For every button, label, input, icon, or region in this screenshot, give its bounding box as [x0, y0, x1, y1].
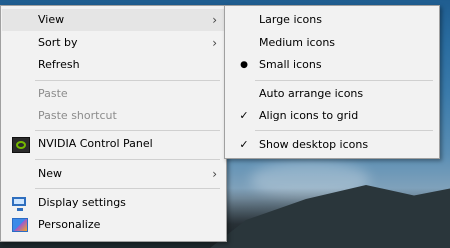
- menu-item-label: Sort by: [38, 36, 78, 49]
- menu-item-personalize[interactable]: Personalize: [2, 214, 225, 236]
- submenu-item-large-icons[interactable]: Large icons: [226, 9, 438, 31]
- check-icon: ✓: [239, 109, 249, 122]
- view-submenu: Large icons Medium icons ● Small icons A…: [224, 5, 440, 159]
- submenu-item-align-icons-to-grid[interactable]: ✓ Align icons to grid: [226, 105, 438, 127]
- chevron-right-icon: ›: [212, 36, 217, 50]
- menu-item-label: Display settings: [38, 196, 126, 209]
- menu-item-paste-shortcut: Paste shortcut: [2, 105, 225, 127]
- radio-bullet-icon: ●: [240, 60, 248, 70]
- menu-item-label: Large icons: [259, 13, 322, 26]
- menu-item-label: Personalize: [38, 218, 101, 231]
- chevron-right-icon: ›: [212, 13, 217, 27]
- menu-item-label: Small icons: [259, 58, 322, 71]
- menu-item-label: Refresh: [38, 58, 80, 71]
- menu-item-refresh[interactable]: Refresh: [2, 54, 225, 76]
- menu-item-label: View: [38, 13, 65, 26]
- menu-separator: [35, 80, 220, 81]
- menu-item-paste: Paste: [2, 83, 225, 105]
- display-settings-icon: [12, 197, 26, 211]
- menu-item-sort-by[interactable]: Sort by ›: [2, 32, 225, 54]
- menu-item-label: NVIDIA Control Panel: [38, 137, 153, 150]
- menu-separator: [35, 159, 220, 160]
- nvidia-control-panel-icon: [12, 137, 30, 153]
- menu-item-label: Paste shortcut: [38, 109, 117, 122]
- menu-item-label: New: [38, 167, 62, 180]
- menu-item-label: Show desktop icons: [259, 138, 369, 151]
- menu-separator: [255, 130, 433, 131]
- menu-separator: [255, 80, 433, 81]
- menu-item-label: Align icons to grid: [259, 109, 359, 122]
- chevron-right-icon: ›: [212, 167, 217, 181]
- menu-item-display-settings[interactable]: Display settings: [2, 192, 225, 214]
- menu-separator: [35, 188, 220, 189]
- submenu-item-small-icons[interactable]: ● Small icons: [226, 54, 438, 76]
- menu-item-view[interactable]: View ›: [2, 9, 225, 31]
- desktop-context-menu: View › Sort by › Refresh Paste Paste sho…: [0, 5, 227, 242]
- menu-item-label: Auto arrange icons: [259, 87, 364, 100]
- menu-separator: [35, 130, 220, 131]
- submenu-item-medium-icons[interactable]: Medium icons: [226, 32, 438, 54]
- menu-item-new[interactable]: New ›: [2, 163, 225, 185]
- menu-item-label: Paste: [38, 87, 68, 100]
- submenu-item-auto-arrange-icons[interactable]: Auto arrange icons: [226, 83, 438, 105]
- personalize-icon: [12, 218, 28, 232]
- menu-item-nvidia-control-panel[interactable]: NVIDIA Control Panel: [2, 133, 225, 155]
- check-icon: ✓: [239, 138, 249, 151]
- submenu-item-show-desktop-icons[interactable]: ✓ Show desktop icons: [226, 134, 438, 156]
- menu-item-label: Medium icons: [259, 36, 336, 49]
